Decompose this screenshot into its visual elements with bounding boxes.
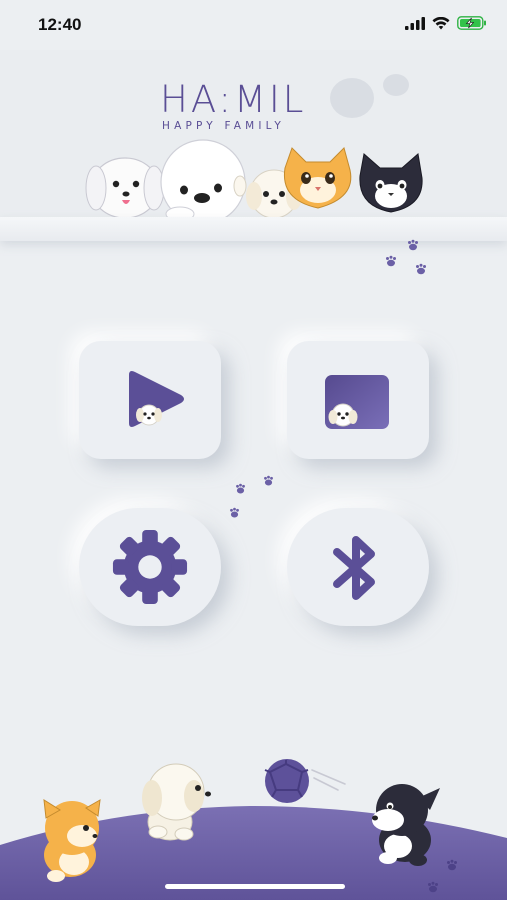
home-indicator[interactable] — [165, 884, 345, 889]
corgi-illustration — [43, 799, 101, 882]
photo-frame-icon — [325, 375, 389, 429]
settings-button[interactable] — [79, 508, 221, 626]
bluetooth-icon — [333, 536, 375, 600]
status-icons — [405, 16, 487, 30]
cream-puppy-illustration — [142, 763, 211, 841]
status-time: 12:40 — [38, 15, 82, 34]
black-cat-illustration — [359, 153, 423, 213]
gallery-button[interactable] — [287, 341, 429, 459]
gear-icon — [112, 529, 188, 605]
paw-prints-decoration — [386, 239, 426, 275]
black-dog-illustration — [372, 784, 440, 866]
cellular-signal-icon — [405, 16, 425, 30]
puppy-illustration — [85, 157, 165, 219]
ball-illustration — [264, 759, 346, 803]
play-icon — [129, 371, 184, 427]
pets-illustration — [85, 139, 423, 220]
bichon-illustration — [160, 139, 246, 220]
battery-charging-icon — [457, 16, 486, 30]
paw-prints-decoration — [230, 475, 273, 518]
status-bar: 12:40 — [0, 0, 507, 50]
wifi-icon — [432, 16, 450, 29]
bluetooth-button[interactable] — [287, 508, 429, 626]
video-play-button[interactable] — [79, 341, 221, 459]
